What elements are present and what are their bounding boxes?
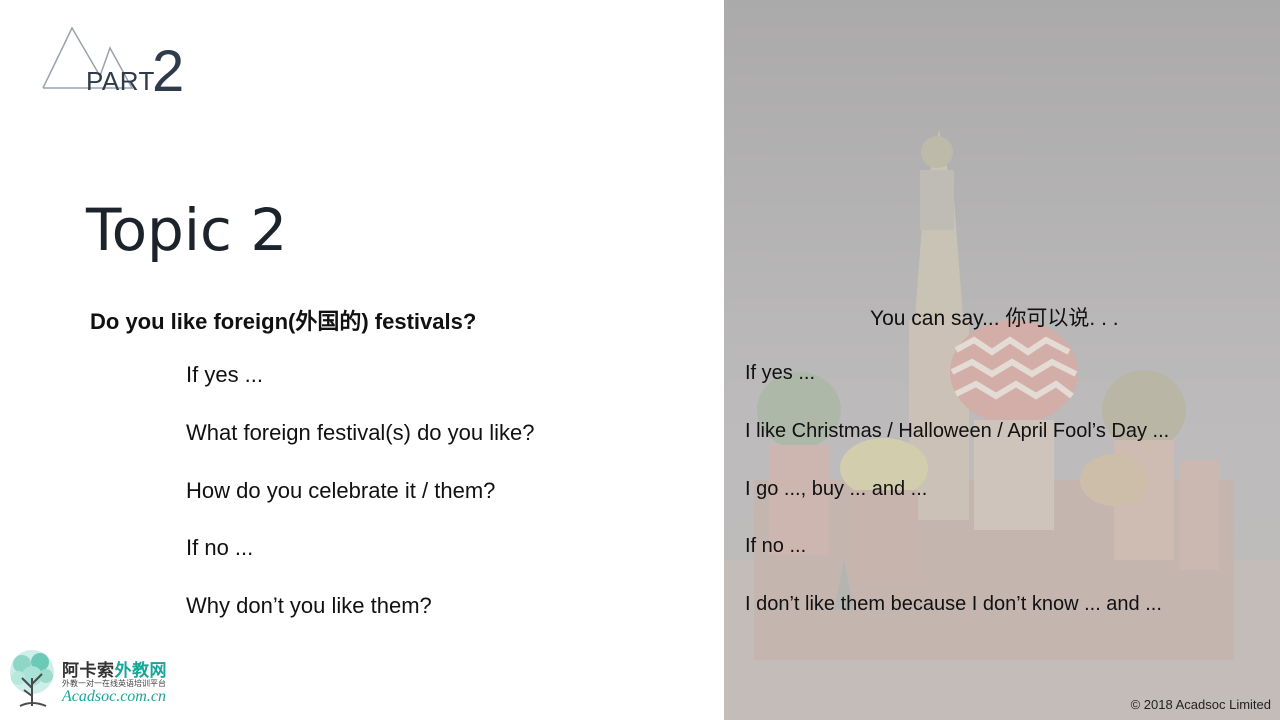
question-line: If no ... — [186, 535, 254, 560]
main-question: Do you like foreign(外国的) festivals? — [90, 309, 477, 334]
part-header: PART 2 — [40, 24, 200, 104]
question-line: Why don’t you like them? — [186, 593, 432, 618]
question-line: If yes ... — [186, 362, 264, 387]
question-line: How do you celebrate it / them? — [186, 478, 496, 503]
answer-line: If yes ... — [745, 362, 816, 384]
answer-line: I like Christmas / Halloween / April Foo… — [745, 420, 1170, 442]
answer-title: You can say... 你可以说. . . — [870, 307, 1119, 330]
tree-icon — [10, 650, 54, 707]
answer-line: If no ... — [745, 535, 807, 557]
topic-title: Topic 2 — [86, 196, 288, 264]
left-panel: PART 2 Topic 2 Do you like foreign(外国的) … — [0, 0, 724, 720]
brand-url: Acadsoc.com.cn — [62, 688, 166, 705]
answer-line: I go ..., buy ... and ... — [745, 478, 928, 500]
question-line: What foreign festival(s) do you like? — [186, 420, 535, 445]
part-label: PART — [86, 66, 155, 96]
answer-line: I don’t like them because I don’t know .… — [745, 593, 1162, 615]
right-panel: You can say... 你可以说. . . If yes ... I li… — [724, 0, 1280, 720]
part-number: 2 — [152, 39, 185, 104]
brand-logo: 阿卡索外教网 外教一对一在线英语培训平台 Acadsoc.com.cn — [6, 648, 186, 710]
copyright: © 2018 Acadsoc Limited — [1130, 697, 1271, 712]
